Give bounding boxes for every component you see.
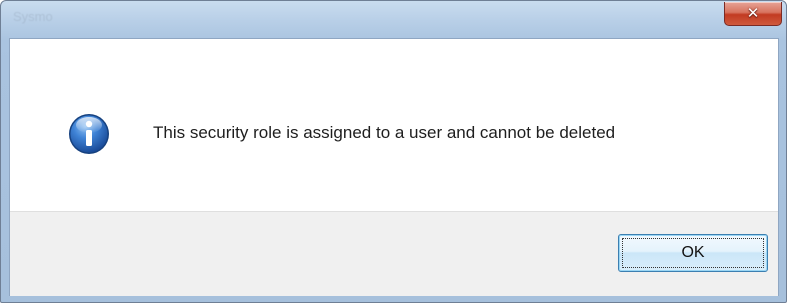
ok-button[interactable]: OK xyxy=(618,234,768,272)
info-icon xyxy=(69,114,109,154)
button-area: OK xyxy=(10,211,778,296)
close-button[interactable]: ✕ xyxy=(724,2,782,26)
message-dialog-window: Sysmo ✕ This security role is assigned t… xyxy=(0,0,787,303)
close-icon: ✕ xyxy=(746,4,760,22)
dialog-message: This security role is assigned to a user… xyxy=(153,123,616,142)
title-bar[interactable]: Sysmo ✕ xyxy=(1,1,786,35)
message-area: This security role is assigned to a user… xyxy=(10,39,778,211)
ok-button-label: OK xyxy=(681,244,705,261)
dialog-content: This security role is assigned to a user… xyxy=(9,38,779,296)
window-title: Sysmo xyxy=(13,9,53,24)
